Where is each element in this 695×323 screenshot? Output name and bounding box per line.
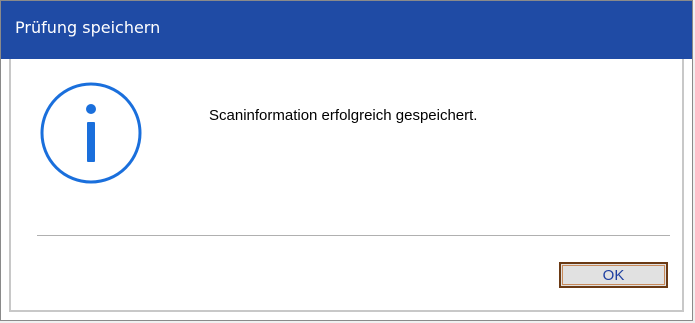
window-title: Prüfung speichern [15, 18, 161, 37]
ok-button[interactable]: OK [559, 262, 668, 288]
divider [37, 235, 670, 236]
dialog-message: Scaninformation erfolgreich gespeichert. [209, 107, 478, 124]
info-icon [39, 81, 143, 185]
message-dialog: Prüfung speichern Scaninformation erfolg… [0, 0, 693, 321]
ok-button-label: OK [602, 266, 625, 284]
dialog-content: Scaninformation erfolgreich gespeichert.… [9, 59, 684, 312]
title-bar[interactable]: Prüfung speichern [1, 1, 692, 59]
